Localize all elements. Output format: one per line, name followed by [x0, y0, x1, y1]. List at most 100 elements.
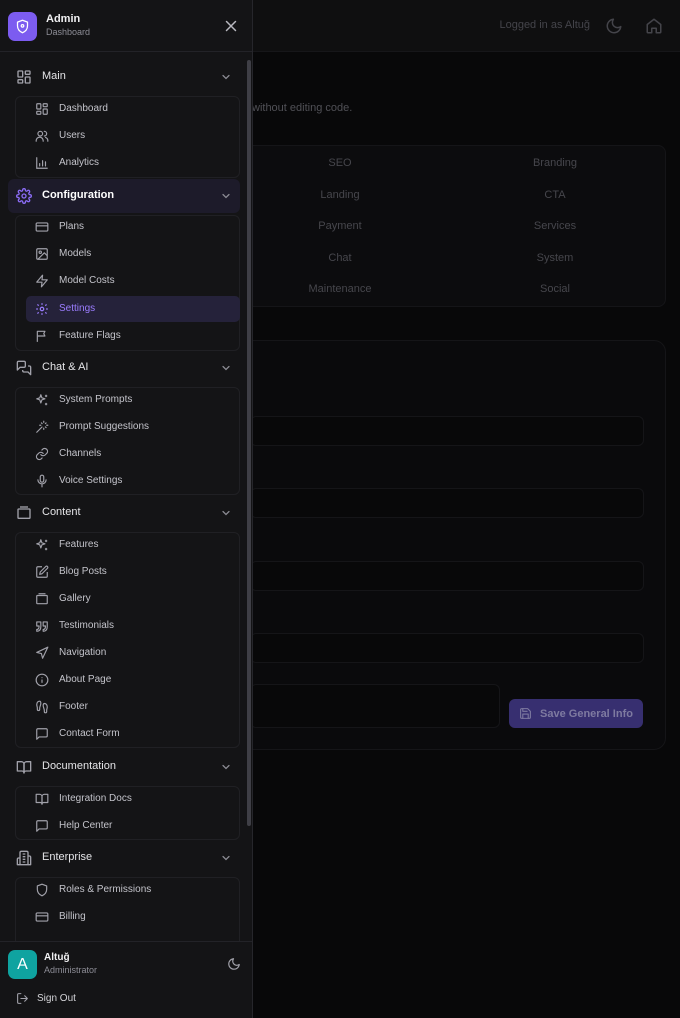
section-configuration[interactable]: Configuration — [8, 179, 240, 213]
brand-subtitle: Dashboard — [46, 27, 91, 37]
sidebar-item-system-prompts[interactable]: System Prompts — [26, 387, 240, 413]
gear-icon — [35, 302, 49, 316]
sidebar-item-prompt-suggestions[interactable]: Prompt Suggestions — [26, 414, 240, 440]
sidebar-item-analytics[interactable]: Analytics — [26, 150, 240, 176]
section-label: Configuration — [42, 189, 115, 201]
bar-chart-icon — [35, 156, 49, 170]
section-label: Enterprise — [42, 851, 93, 863]
sidebar-item-label: Gallery — [59, 593, 91, 604]
building-icon — [16, 850, 32, 866]
info-icon — [35, 673, 49, 687]
sidebar-item-label: Dashboard — [59, 103, 108, 114]
shield-icon — [35, 883, 49, 897]
section-content[interactable]: Content — [8, 496, 240, 530]
sidebar-item-roles-permissions[interactable]: Roles & Permissions — [26, 877, 240, 903]
edit-icon — [35, 565, 49, 579]
lightning-icon — [35, 274, 49, 288]
sidebar-item-model-costs[interactable]: Model Costs — [26, 268, 240, 294]
credit-card-icon — [35, 220, 49, 234]
section-label: Documentation — [42, 760, 116, 772]
sidebar-item-label: Navigation — [59, 647, 107, 658]
magic-wand-icon — [35, 420, 49, 434]
credit-card-icon — [35, 910, 49, 924]
sidebar-item-plans[interactable]: Plans — [26, 214, 240, 240]
sidebar-scrollbar[interactable] — [247, 60, 251, 826]
sidebar-item-label: Features — [59, 539, 99, 550]
chevron-down-icon — [220, 190, 232, 202]
users-icon — [35, 129, 49, 143]
sidebar-item-label: Footer — [59, 701, 88, 712]
sidebar-item-label: Plans — [59, 221, 85, 232]
sparkles-icon — [35, 393, 49, 407]
sidebar-item-about-page[interactable]: About Page — [26, 667, 240, 693]
sidebar-item-features[interactable]: Features — [26, 532, 240, 558]
sidebar-item-feature-flags[interactable]: Feature Flags — [26, 323, 240, 349]
sign-out-label: Sign Out — [37, 993, 76, 1004]
chevron-down-icon — [220, 507, 232, 519]
sidebar-nav: Main Dashboard Users Analytics Configura… — [0, 52, 252, 942]
section-label: Content — [42, 506, 81, 518]
sidebar-item-users[interactable]: Users — [26, 123, 240, 149]
chevron-down-icon — [220, 761, 232, 773]
sidebar-item-label: Model Costs — [59, 275, 115, 286]
sidebar-item-help-center[interactable]: Help Center — [26, 813, 240, 839]
sidebar-footer: A Altuğ Administrator Sign Out — [0, 941, 252, 1018]
user-name: Altuğ — [44, 952, 70, 963]
shield-icon — [8, 12, 37, 41]
image-icon — [35, 247, 49, 261]
sidebar-header: Admin Dashboard — [0, 0, 252, 52]
quote-icon — [35, 619, 49, 633]
section-documentation[interactable]: Documentation — [8, 750, 240, 784]
sidebar-item-models[interactable]: Models — [26, 241, 240, 267]
sidebar-item-navigation[interactable]: Navigation — [26, 640, 240, 666]
sidebar-item-testimonials[interactable]: Testimonials — [26, 613, 240, 639]
book-icon — [16, 759, 32, 775]
flag-icon — [35, 329, 49, 343]
sidebar-item-label: About Page — [59, 674, 112, 685]
sidebar-item-settings[interactable]: Settings — [26, 296, 240, 322]
sidebar-item-label: Testimonials — [59, 620, 115, 631]
sidebar-item-voice-settings[interactable]: Voice Settings — [26, 468, 240, 494]
section-chat-ai[interactable]: Chat & AI — [8, 351, 240, 385]
sign-out-button[interactable]: Sign Out — [16, 990, 116, 1008]
message-square-icon — [35, 727, 49, 741]
section-main[interactable]: Main — [8, 60, 240, 94]
sidebar-item-label: System Prompts — [59, 394, 133, 405]
sidebar-item-label: Feature Flags — [59, 330, 121, 341]
chevron-down-icon — [220, 71, 232, 83]
gallery-icon — [35, 592, 49, 606]
sidebar-item-label: Integration Docs — [59, 793, 132, 804]
layout-grid-icon — [35, 102, 49, 116]
section-enterprise[interactable]: Enterprise — [8, 841, 240, 875]
user-role: Administrator — [44, 965, 98, 975]
sidebar-item-blog-posts[interactable]: Blog Posts — [26, 559, 240, 585]
book-icon — [35, 792, 49, 806]
close-icon[interactable] — [222, 17, 240, 35]
navigation-arrow-icon — [35, 646, 49, 660]
section-label: Main — [42, 70, 66, 82]
sidebar-item-label: Prompt Suggestions — [59, 421, 150, 432]
sidebar-item-billing[interactable]: Billing — [26, 904, 240, 930]
sidebar-item-label: Contact Form — [59, 728, 120, 739]
moon-icon[interactable] — [227, 957, 241, 971]
sidebar-item-label: Help Center — [59, 820, 113, 831]
sidebar: Admin Dashboard Main Dashboard Users Ana… — [0, 0, 253, 1018]
microphone-icon — [35, 474, 49, 488]
sidebar-item-label: Roles & Permissions — [59, 884, 152, 895]
sidebar-item-channels[interactable]: Channels — [26, 441, 240, 467]
sidebar-item-label: Voice Settings — [59, 475, 123, 486]
sidebar-item-dashboard[interactable]: Dashboard — [26, 96, 240, 122]
chevron-down-icon — [220, 362, 232, 374]
sidebar-item-label: Billing — [59, 911, 86, 922]
sidebar-item-gallery[interactable]: Gallery — [26, 586, 240, 612]
sidebar-item-integration-docs[interactable]: Integration Docs — [26, 786, 240, 812]
avatar[interactable]: A — [8, 950, 37, 979]
chat-bubbles-icon — [16, 360, 32, 376]
sidebar-item-label: Channels — [59, 448, 102, 459]
sidebar-item-label: Blog Posts — [59, 566, 107, 577]
log-out-icon — [16, 992, 29, 1005]
sidebar-item-contact-form[interactable]: Contact Form — [26, 721, 240, 747]
message-square-icon — [35, 819, 49, 833]
sidebar-item-label: Analytics — [59, 157, 100, 168]
sidebar-item-footer[interactable]: Footer — [26, 694, 240, 720]
